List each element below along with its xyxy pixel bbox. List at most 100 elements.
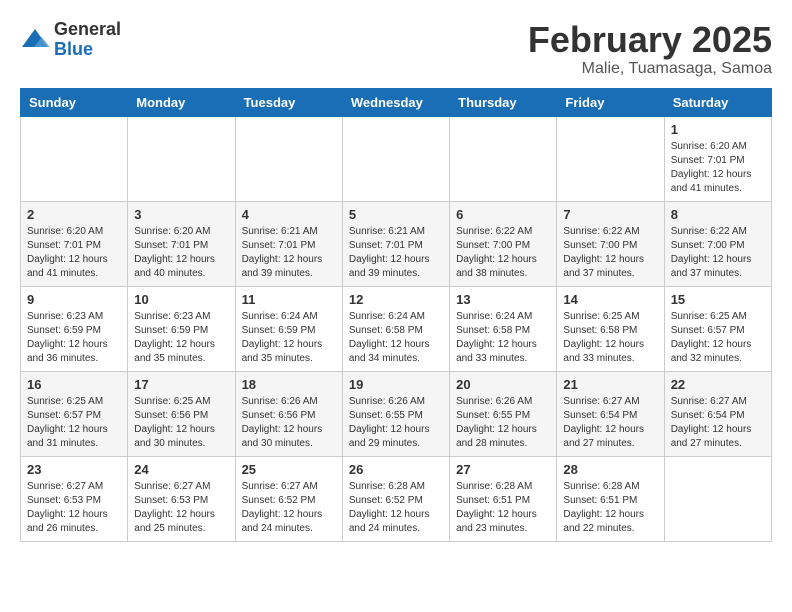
day-info: Sunrise: 6:20 AM Sunset: 7:01 PM Dayligh… (671, 140, 765, 196)
logo: General Blue (20, 20, 121, 60)
calendar-cell: 15 Sunrise: 6:25 AM Sunset: 6:57 PM Dayli… (664, 286, 771, 371)
calendar-cell: 5 Sunrise: 6:21 AM Sunset: 7:01 PM Daylig… (342, 201, 449, 286)
logo-text: General Blue (54, 20, 121, 60)
calendar-cell: 24 Sunrise: 6:27 AM Sunset: 6:53 PM Dayli… (128, 456, 235, 541)
calendar-cell: 28 Sunrise: 6:28 AM Sunset: 6:51 PM Dayli… (557, 456, 664, 541)
calendar-cell: 21Sunrise: 6:27 AM Sunset: 6:54 PM Dayli… (557, 371, 664, 456)
day-of-week-header: Monday (128, 88, 235, 116)
logo-general: General (54, 20, 121, 40)
day-number: 22 (671, 377, 765, 392)
day-number: 4 (242, 207, 336, 222)
calendar-cell: 25Sunrise: 6:27 AM Sunset: 6:52 PM Dayli… (235, 456, 342, 541)
day-number: 11 (242, 292, 336, 307)
calendar-cell: 19 Sunrise: 6:26 AM Sunset: 6:55 PM Dayli… (342, 371, 449, 456)
day-info: Sunrise: 6:25 AM Sunset: 6:57 PM Dayligh… (671, 310, 765, 366)
day-info: Sunrise: 6:22 AM Sunset: 7:00 PM Dayligh… (456, 225, 550, 281)
calendar-cell: 27 Sunrise: 6:28 AM Sunset: 6:51 PM Dayli… (450, 456, 557, 541)
calendar-cell (342, 116, 449, 201)
calendar-cell (21, 116, 128, 201)
day-info: Sunrise: 6:20 AM Sunset: 7:01 PM Dayligh… (134, 225, 228, 281)
day-number: 6 (456, 207, 550, 222)
calendar-cell: 16 Sunrise: 6:25 AM Sunset: 6:57 PM Dayli… (21, 371, 128, 456)
day-number: 9 (27, 292, 121, 307)
calendar-header-row: SundayMondayTuesdayWednesdayThursdayFrid… (21, 88, 772, 116)
calendar-week-row: 1 Sunrise: 6:20 AM Sunset: 7:01 PM Daylig… (21, 116, 772, 201)
day-number: 2 (27, 207, 121, 222)
calendar-cell: 9 Sunrise: 6:23 AM Sunset: 6:59 PM Daylig… (21, 286, 128, 371)
day-number: 16 (27, 377, 121, 392)
day-info: Sunrise: 6:27 AM Sunset: 6:53 PM Dayligh… (134, 480, 228, 536)
day-of-week-header: Tuesday (235, 88, 342, 116)
day-number: 8 (671, 207, 765, 222)
day-number: 5 (349, 207, 443, 222)
day-info: Sunrise: 6:28 AM Sunset: 6:51 PM Dayligh… (563, 480, 657, 536)
calendar-cell: 6 Sunrise: 6:22 AM Sunset: 7:00 PM Daylig… (450, 201, 557, 286)
day-info: Sunrise: 6:23 AM Sunset: 6:59 PM Dayligh… (134, 310, 228, 366)
location-subtitle: Malie, Tuamasaga, Samoa (528, 60, 772, 78)
day-number: 15 (671, 292, 765, 307)
day-of-week-header: Wednesday (342, 88, 449, 116)
day-number: 17 (134, 377, 228, 392)
day-number: 19 (349, 377, 443, 392)
day-info: Sunrise: 6:22 AM Sunset: 7:00 PM Dayligh… (671, 225, 765, 281)
day-number: 24 (134, 462, 228, 477)
day-of-week-header: Saturday (664, 88, 771, 116)
title-block: February 2025 Malie, Tuamasaga, Samoa (528, 20, 772, 78)
calendar-cell: 13 Sunrise: 6:24 AM Sunset: 6:58 PM Dayli… (450, 286, 557, 371)
calendar-cell (450, 116, 557, 201)
day-info: Sunrise: 6:27 AM Sunset: 6:54 PM Dayligh… (671, 395, 765, 451)
day-number: 12 (349, 292, 443, 307)
day-info: Sunrise: 6:25 AM Sunset: 6:58 PM Dayligh… (563, 310, 657, 366)
day-info: Sunrise: 6:28 AM Sunset: 6:51 PM Dayligh… (456, 480, 550, 536)
calendar-cell: 20 Sunrise: 6:26 AM Sunset: 6:55 PM Dayli… (450, 371, 557, 456)
day-number: 7 (563, 207, 657, 222)
day-number: 1 (671, 122, 765, 137)
day-info: Sunrise: 6:24 AM Sunset: 6:58 PM Dayligh… (349, 310, 443, 366)
logo-icon (20, 27, 50, 52)
day-number: 10 (134, 292, 228, 307)
day-info: Sunrise: 6:21 AM Sunset: 7:01 PM Dayligh… (349, 225, 443, 281)
day-number: 20 (456, 377, 550, 392)
calendar-cell: 10 Sunrise: 6:23 AM Sunset: 6:59 PM Dayli… (128, 286, 235, 371)
calendar-cell: 22 Sunrise: 6:27 AM Sunset: 6:54 PM Dayli… (664, 371, 771, 456)
calendar-week-row: 23 Sunrise: 6:27 AM Sunset: 6:53 PM Dayli… (21, 456, 772, 541)
day-info: Sunrise: 6:25 AM Sunset: 6:57 PM Dayligh… (27, 395, 121, 451)
calendar-cell: 8 Sunrise: 6:22 AM Sunset: 7:00 PM Daylig… (664, 201, 771, 286)
day-number: 14 (563, 292, 657, 307)
calendar-cell: 4Sunrise: 6:21 AM Sunset: 7:01 PM Daylig… (235, 201, 342, 286)
day-number: 21 (563, 377, 657, 392)
day-info: Sunrise: 6:25 AM Sunset: 6:56 PM Dayligh… (134, 395, 228, 451)
calendar-cell: 11 Sunrise: 6:24 AM Sunset: 6:59 PM Dayli… (235, 286, 342, 371)
day-of-week-header: Thursday (450, 88, 557, 116)
calendar-cell: 3Sunrise: 6:20 AM Sunset: 7:01 PM Daylig… (128, 201, 235, 286)
day-number: 13 (456, 292, 550, 307)
calendar-cell: 14 Sunrise: 6:25 AM Sunset: 6:58 PM Dayli… (557, 286, 664, 371)
day-number: 27 (456, 462, 550, 477)
day-info: Sunrise: 6:28 AM Sunset: 6:52 PM Dayligh… (349, 480, 443, 536)
calendar-cell: 23Sunrise: 6:27 AM Sunset: 6:53 PM Dayli… (21, 456, 128, 541)
calendar-week-row: 2 Sunrise: 6:20 AM Sunset: 7:01 PM Daylig… (21, 201, 772, 286)
day-info: Sunrise: 6:20 AM Sunset: 7:01 PM Dayligh… (27, 225, 121, 281)
day-number: 23 (27, 462, 121, 477)
day-of-week-header: Friday (557, 88, 664, 116)
calendar-cell: 17 Sunrise: 6:25 AM Sunset: 6:56 PM Dayli… (128, 371, 235, 456)
day-number: 26 (349, 462, 443, 477)
calendar-cell: 1 Sunrise: 6:20 AM Sunset: 7:01 PM Daylig… (664, 116, 771, 201)
day-info: Sunrise: 6:26 AM Sunset: 6:55 PM Dayligh… (456, 395, 550, 451)
calendar-cell (557, 116, 664, 201)
calendar-cell (128, 116, 235, 201)
calendar-cell: 7Sunrise: 6:22 AM Sunset: 7:00 PM Daylig… (557, 201, 664, 286)
calendar-week-row: 9 Sunrise: 6:23 AM Sunset: 6:59 PM Daylig… (21, 286, 772, 371)
day-info: Sunrise: 6:26 AM Sunset: 6:55 PM Dayligh… (349, 395, 443, 451)
calendar-week-row: 16 Sunrise: 6:25 AM Sunset: 6:57 PM Dayli… (21, 371, 772, 456)
page-header: General Blue February 2025 Malie, Tuamas… (20, 20, 772, 78)
day-info: Sunrise: 6:23 AM Sunset: 6:59 PM Dayligh… (27, 310, 121, 366)
day-info: Sunrise: 6:24 AM Sunset: 6:58 PM Dayligh… (456, 310, 550, 366)
calendar-cell (664, 456, 771, 541)
month-title: February 2025 (528, 20, 772, 60)
day-info: Sunrise: 6:27 AM Sunset: 6:52 PM Dayligh… (242, 480, 336, 536)
day-number: 18 (242, 377, 336, 392)
day-number: 28 (563, 462, 657, 477)
day-info: Sunrise: 6:26 AM Sunset: 6:56 PM Dayligh… (242, 395, 336, 451)
day-info: Sunrise: 6:24 AM Sunset: 6:59 PM Dayligh… (242, 310, 336, 366)
